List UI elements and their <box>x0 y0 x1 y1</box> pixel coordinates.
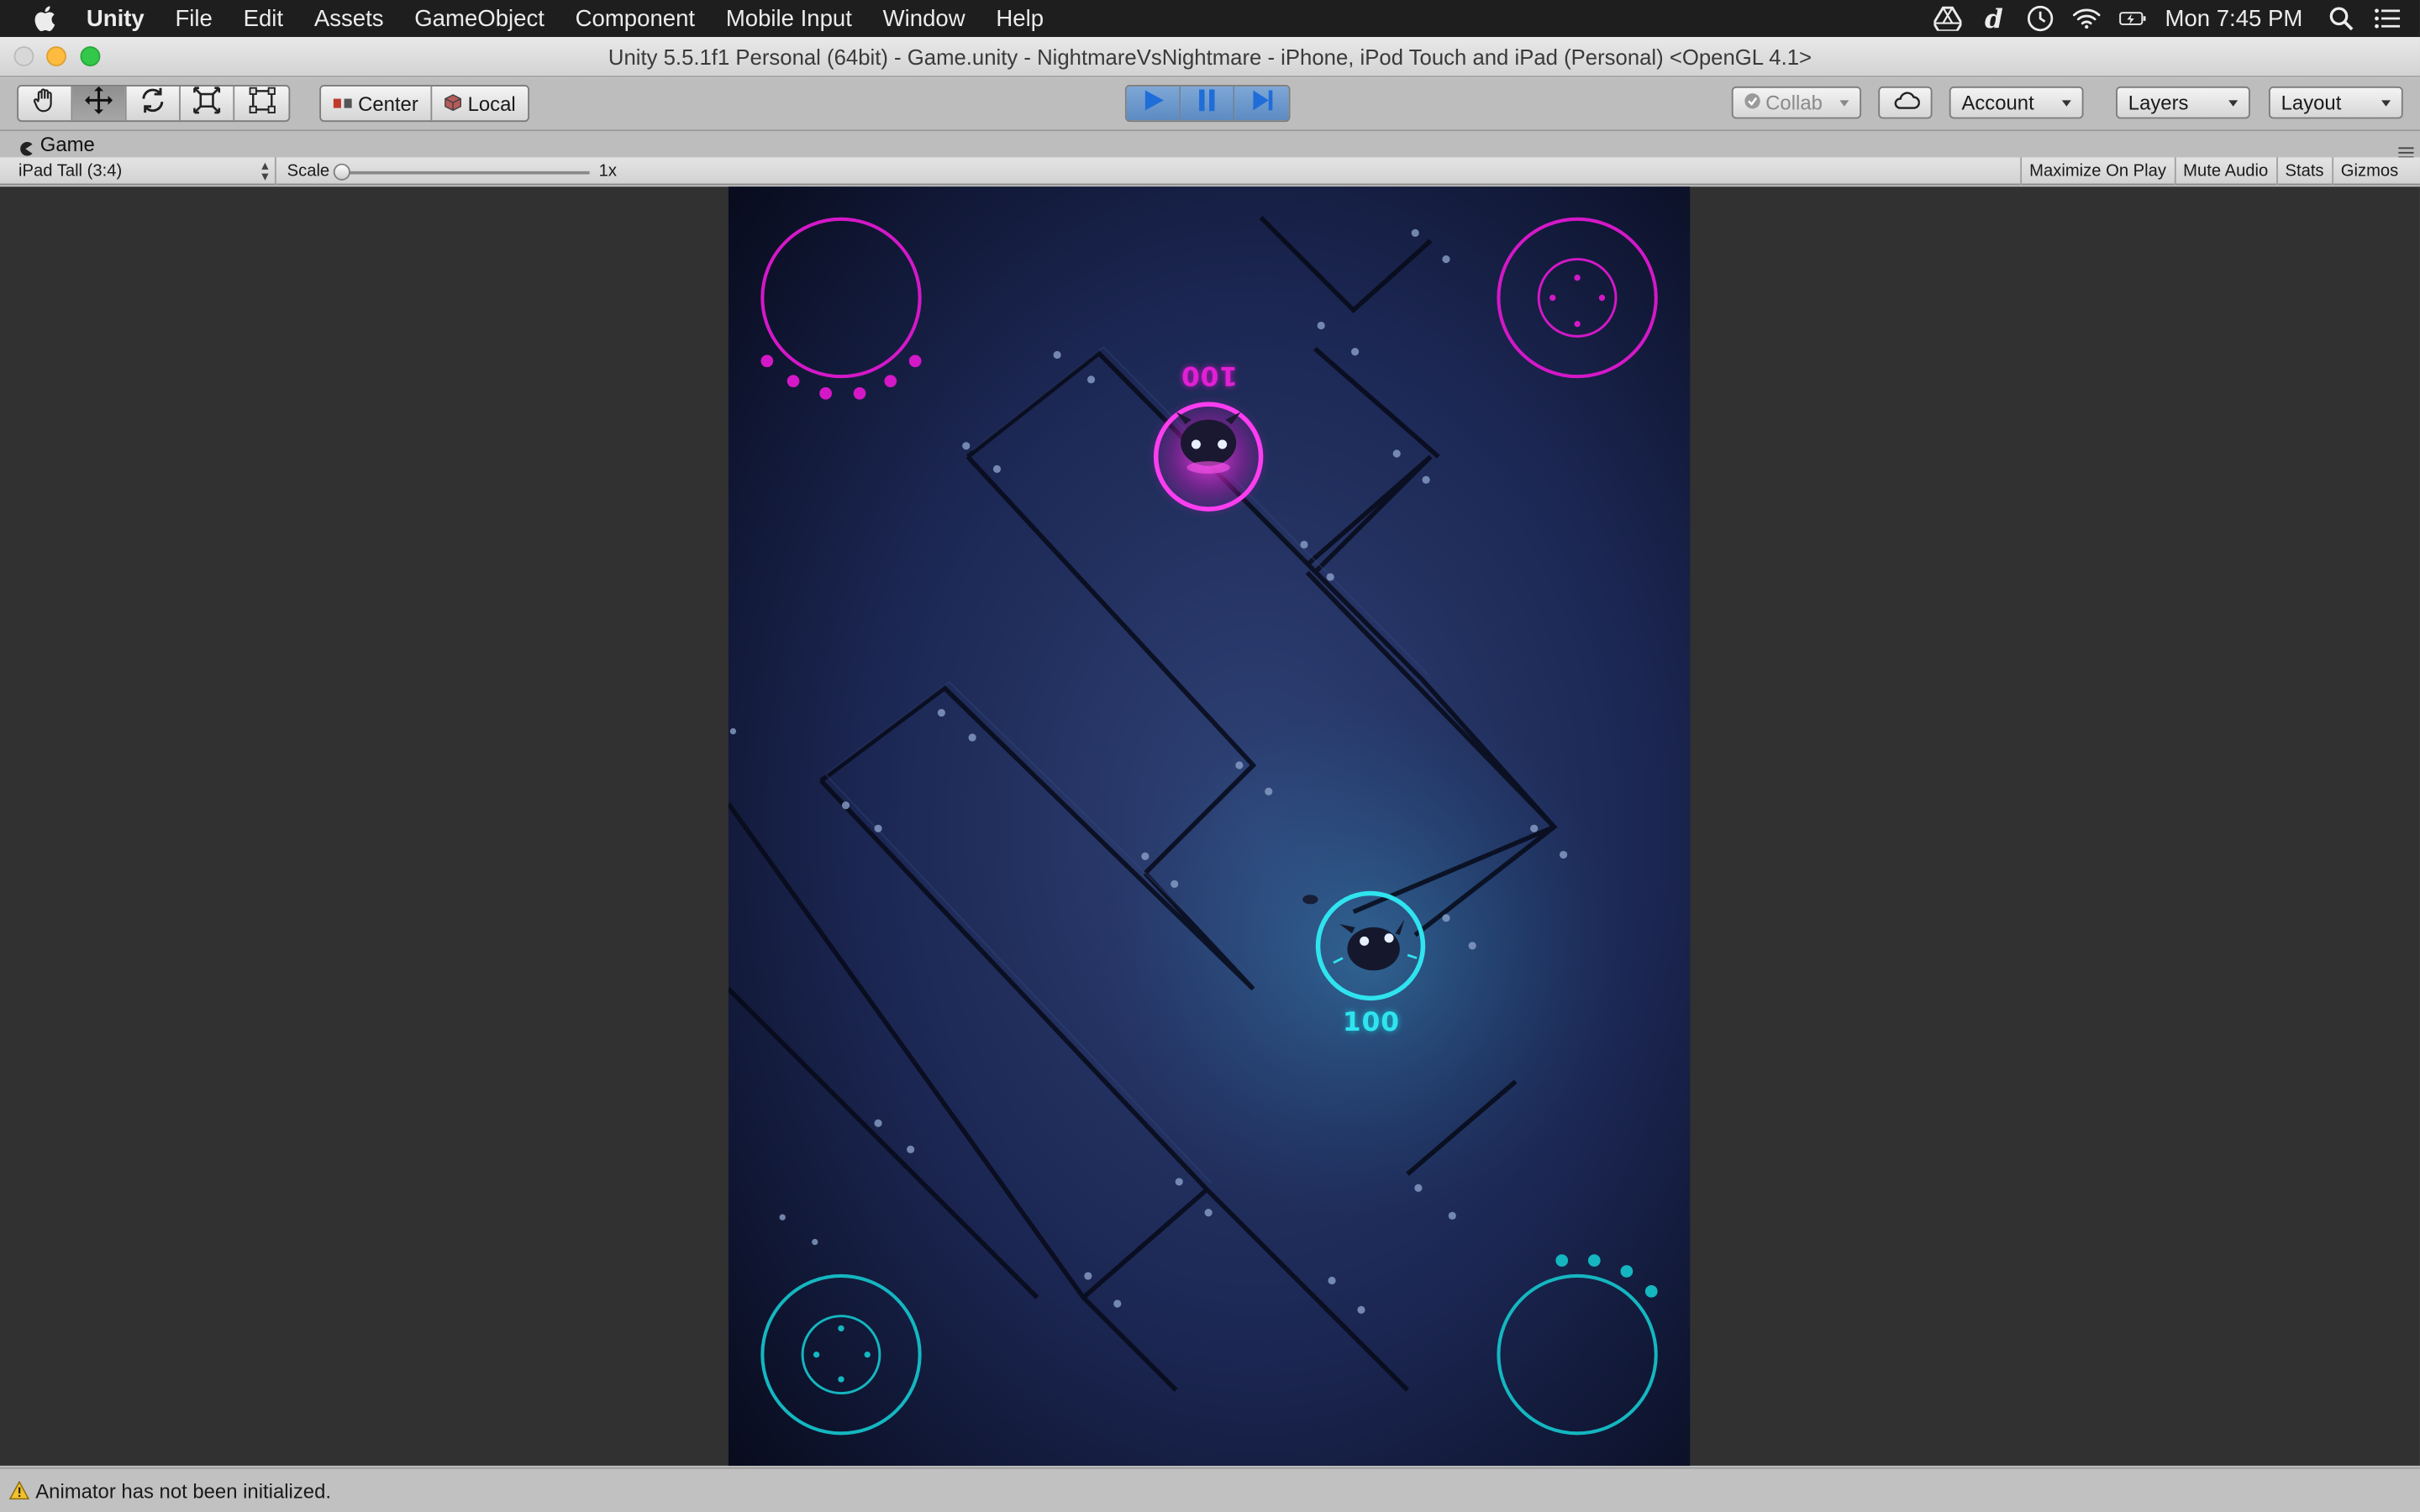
play-button[interactable] <box>1126 86 1181 121</box>
window-title: Unity 5.5.1f1 Personal (64bit) - Game.un… <box>608 45 1812 70</box>
game-view-toolbar: iPad Tall (3:4) ▴ ▾ Scale 1x Maximize On … <box>0 157 2420 186</box>
hand-tool-button[interactable] <box>18 86 73 121</box>
tab-game[interactable]: Game <box>6 131 107 157</box>
time-machine-icon[interactable] <box>2026 5 2054 33</box>
pivot-center-label: Center <box>358 92 418 115</box>
pivot-center-icon <box>333 92 352 115</box>
menu-edit[interactable]: Edit <box>244 5 283 31</box>
cloud-services-button[interactable] <box>1878 86 1933 119</box>
pause-button[interactable] <box>1181 86 1235 121</box>
pivot-local-label: Local <box>467 92 516 115</box>
menu-window[interactable]: Window <box>883 5 965 31</box>
transform-tools <box>17 85 291 123</box>
rect-tool-button[interactable] <box>234 86 288 120</box>
updown-arrows-icon: ▴ ▾ <box>261 157 269 184</box>
rotate-icon <box>139 87 166 120</box>
window-close-button[interactable] <box>13 46 34 66</box>
rotate-tool-button[interactable] <box>127 86 181 121</box>
menu-component[interactable]: Component <box>576 5 695 31</box>
resolution-dropdown[interactable]: iPad Tall (3:4) ▴ ▾ <box>9 157 276 186</box>
account-label: Account <box>1961 91 2034 114</box>
layers-label: Layers <box>2128 91 2189 114</box>
playback-controls <box>1124 85 1291 123</box>
collab-label: Collab <box>1765 91 1823 114</box>
collab-dropdown[interactable]: Collab <box>1731 86 1862 119</box>
stats-toggle[interactable]: Stats <box>2275 157 2331 186</box>
menu-file[interactable]: File <box>175 5 212 31</box>
menu-app-unity[interactable]: Unity <box>87 5 145 31</box>
main-toolbar: Center Local Collab Account Layers Layou… <box>0 78 2420 132</box>
step-button[interactable] <box>1234 86 1289 121</box>
pivot-toggles: Center Local <box>319 85 530 123</box>
pivot-center-toggle[interactable]: Center <box>321 86 433 121</box>
collab-caret-icon <box>1839 100 1849 107</box>
account-caret-icon <box>2061 100 2071 107</box>
menu-clock[interactable]: Mon 7:45 PM <box>2165 5 2302 31</box>
tab-game-label: Game <box>39 132 95 156</box>
move-arrows-icon <box>85 86 113 120</box>
menu-gameobject[interactable]: GameObject <box>414 5 544 31</box>
maximize-on-play-toggle[interactable]: Maximize On Play <box>2020 157 2174 186</box>
local-cube-icon <box>445 92 462 115</box>
gizmos-toggle[interactable]: Gizmos <box>2331 157 2420 186</box>
rect-transform-icon <box>248 86 276 120</box>
window-title-bar: Unity 5.5.1f1 Personal (64bit) - Game.un… <box>0 37 2420 77</box>
game-controller-icon <box>18 137 33 156</box>
console-status-bar[interactable]: Animator has not been initialized. <box>0 1467 2420 1512</box>
game-view-area: 100 100 <box>0 186 2420 1466</box>
layers-dropdown[interactable]: Layers <box>2116 86 2250 119</box>
collab-check-icon <box>1744 91 1760 114</box>
account-dropdown[interactable]: Account <box>1949 86 2084 119</box>
pivot-local-toggle[interactable]: Local <box>432 87 528 120</box>
scale-slider-track[interactable] <box>339 171 590 175</box>
move-tool-button[interactable] <box>72 86 127 121</box>
layout-caret-icon <box>2381 100 2391 107</box>
scale-tool-button[interactable] <box>181 86 235 121</box>
battery-charging-icon[interactable] <box>2118 5 2146 33</box>
scale-slider-handle[interactable] <box>333 163 350 181</box>
svg-text:d: d <box>1985 5 2003 33</box>
spotlight-search-icon[interactable] <box>2328 5 2355 33</box>
status-message: Animator has not been initialized. <box>35 1478 332 1503</box>
pink-player-character <box>1146 395 1270 519</box>
menu-help[interactable]: Help <box>996 5 1044 31</box>
apple-icon[interactable] <box>34 5 58 33</box>
pink-player-health: 100 <box>1181 359 1239 391</box>
scale-icon <box>193 86 221 120</box>
window-minimize-button[interactable] <box>46 46 66 66</box>
wifi-icon[interactable] <box>2072 5 2101 33</box>
dashlane-d-icon[interactable]: d <box>1980 5 2007 33</box>
warning-icon <box>8 1480 30 1500</box>
menu-mobile-input[interactable]: Mobile Input <box>726 5 852 31</box>
scale-value: 1x <box>598 161 617 181</box>
scale-label: Scale <box>287 161 330 181</box>
game-viewport[interactable]: 100 100 <box>728 186 1691 1466</box>
pause-icon <box>1196 87 1218 120</box>
cloud-icon <box>1894 91 1921 114</box>
window-maximize-button[interactable] <box>80 46 101 66</box>
mute-audio-toggle[interactable]: Mute Audio <box>2174 157 2275 186</box>
game-panel-tab-bar: Game <box>0 131 2420 159</box>
notification-center-icon[interactable] <box>2374 5 2402 33</box>
google-drive-icon[interactable] <box>1933 5 1962 33</box>
play-icon <box>1140 87 1165 120</box>
step-forward-icon <box>1249 87 1274 120</box>
layers-caret-icon <box>2228 100 2238 107</box>
panel-menu-icon[interactable] <box>2398 139 2414 159</box>
resolution-label: iPad Tall (3:4) <box>18 161 123 181</box>
layout-dropdown[interactable]: Layout <box>2268 86 2403 119</box>
layout-label: Layout <box>2281 91 2342 114</box>
cyan-player-health: 100 <box>1342 1007 1400 1039</box>
menu-bar: Unity File Edit Assets GameObject Compon… <box>0 0 2420 38</box>
hand-icon <box>31 87 59 120</box>
menu-assets[interactable]: Assets <box>314 5 384 31</box>
